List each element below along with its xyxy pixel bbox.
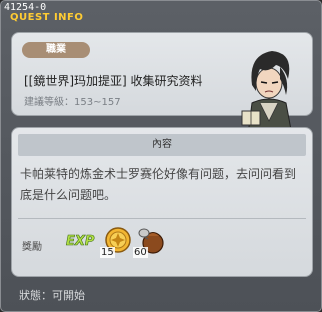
recommended-level: 建議等級：153~157: [24, 97, 121, 108]
quest-info-window: 41254-0 QUEST INFO 職業 [[鏡世界]玛加提亚] 收集研究资料…: [0, 0, 322, 312]
exp-icon: EXP: [66, 234, 95, 250]
quest-summary-panel: 職業 [[鏡世界]玛加提亚] 收集研究资料 建議等級：153~157: [11, 32, 313, 135]
reward-item-gold-coin[interactable]: 15: [100, 225, 133, 258]
quest-content-panel: 內容 卡帕莱特的炼金术士罗赛伦好像有问题，去问问看到底是什么问题吧。 獎勵 EX…: [11, 127, 313, 277]
divider: [18, 218, 306, 219]
item-quantity: 60: [133, 247, 148, 258]
reward-label: 獎勵: [22, 242, 42, 253]
content-header: 內容: [18, 134, 306, 156]
npc-alchemist-portrait: [241, 51, 293, 135]
item-quantity: 15: [100, 247, 115, 258]
reward-item-leather-bag[interactable]: 60: [133, 225, 166, 258]
quest-status: 狀態：可開始: [19, 289, 85, 302]
job-badge: 職業: [22, 42, 90, 58]
quest-title: [[鏡世界]玛加提亚] 收集研究资料: [24, 74, 203, 88]
window-title: QUEST INFO: [10, 12, 84, 23]
quest-description: 卡帕莱特的炼金术士罗赛伦好像有问题，去问问看到底是什么问题吧。: [20, 167, 297, 202]
